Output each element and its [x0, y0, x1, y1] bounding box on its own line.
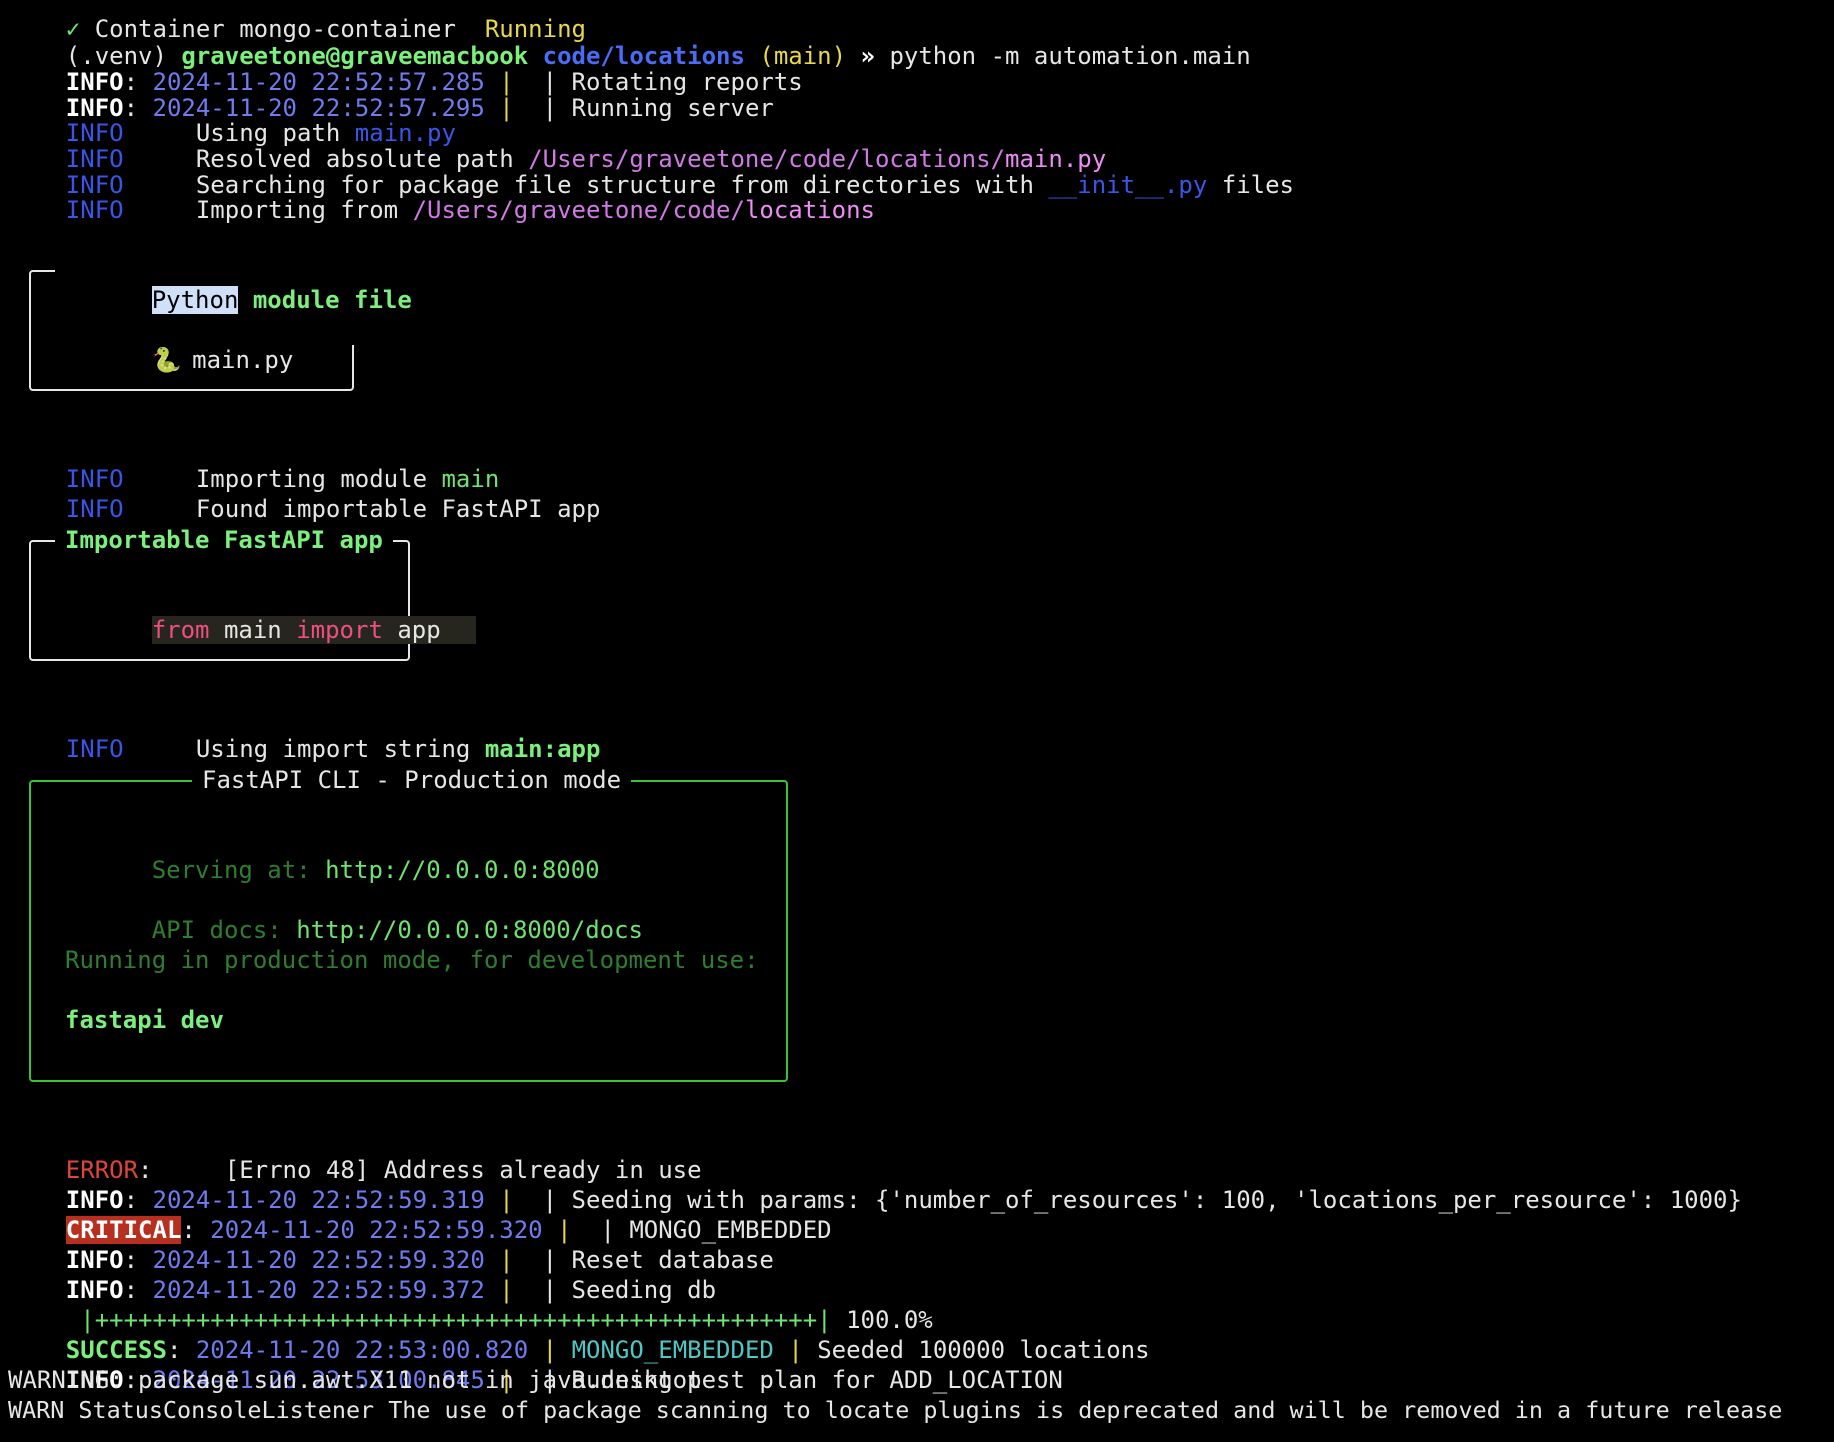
log-line: INFO: 2024-11-20 22:52:59.372 | | Seedin…	[65, 1276, 717, 1304]
highlighted-text: Python	[151, 286, 239, 314]
serving-url-link[interactable]: http://0.0.0.0:8000	[325, 856, 600, 884]
warning-line: WARNING: package sun.awt.X11 not in java…	[8, 1366, 702, 1394]
command-text: python -m automation.main	[889, 42, 1251, 70]
cli-info-line: INFO Importing from /Users/graveetone/co…	[65, 196, 875, 224]
snake-icon: 🐍	[151, 346, 182, 374]
cli-info-line: INFO Found importable FastAPI app	[65, 495, 601, 523]
module-file-entry: 🐍 main.py	[151, 346, 294, 374]
cli-info-line: INFO Importing module main	[65, 465, 500, 493]
terminal-window[interactable]: ✓ Container mongo-container Running (.ve…	[0, 0, 1834, 1442]
cli-info-line: INFO Using import string main:app	[65, 735, 601, 763]
box-title: FastAPI CLI - Production mode	[192, 765, 632, 795]
success-line: SUCCESS: 2024-11-20 22:53:00.820 | MONGO…	[65, 1336, 1150, 1364]
log-line: INFO: 2024-11-20 22:53:00.845 | | Runnin…	[65, 1366, 1063, 1394]
serving-at-line: Serving at: http://0.0.0.0:8000	[151, 856, 600, 884]
production-note: Running in production mode, for developm…	[65, 946, 759, 974]
api-docs-line: API docs: http://0.0.0.0:8000/docs	[151, 916, 643, 944]
error-line: ERROR: [Errno 48] Address already in use	[65, 1156, 702, 1184]
dev-command: fastapi dev	[65, 1006, 224, 1034]
log-line: INFO: 2024-11-20 22:52:59.320 | | Reset …	[65, 1246, 774, 1274]
api-docs-link[interactable]: http://0.0.0.0:8000/docs	[296, 916, 643, 944]
critical-line: CRITICAL: 2024-11-20 22:52:59.320 | | MO…	[65, 1216, 832, 1244]
import-statement: from main import app	[65, 585, 476, 644]
python-module-box: Python module file 🐍 main.py	[29, 255, 422, 391]
prompt-arrow: »	[860, 42, 875, 70]
progress-bar: |+++++++++++++++++++++++++++++++++++++++…	[8, 1275, 933, 1334]
log-line: INFO: 2024-11-20 22:52:59.319 | | Seedin…	[65, 1186, 1742, 1214]
importable-app-box: Importable FastAPI app from main import …	[29, 525, 476, 661]
warning-line: WARN StatusConsoleListener The use of pa…	[8, 1396, 1783, 1424]
box-title: Importable FastAPI app	[55, 525, 393, 555]
production-mode-box: FastAPI CLI - Production mode Serving at…	[29, 765, 788, 1082]
